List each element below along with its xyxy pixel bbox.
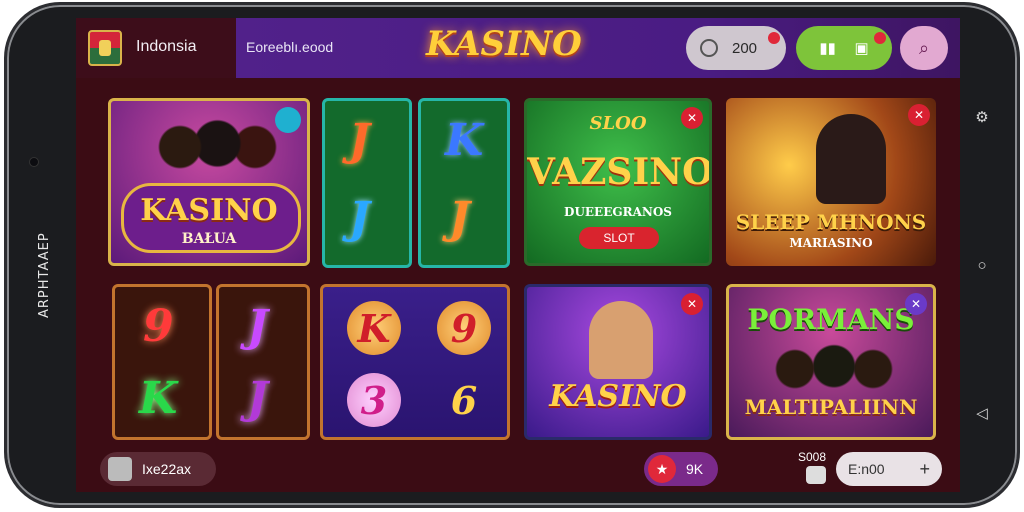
game-tile-slot-j[interactable]: J J	[322, 98, 412, 268]
game-title: SLEEP MHNONS	[735, 210, 927, 234]
game-title: KASINO	[549, 379, 687, 414]
game-tile-kasino-hero[interactable]: KASINO ✕	[524, 284, 712, 440]
mid-label: S008	[798, 450, 827, 464]
grid-icon	[108, 457, 132, 481]
game-tile-slot-k[interactable]: K J	[418, 98, 510, 268]
game-tile-kasino-main[interactable]: KASINO BAŁUA	[108, 98, 310, 266]
search-icon: ⌕	[918, 37, 930, 58]
slot-symbol: 9	[143, 301, 174, 352]
slot-symbol: K	[445, 115, 484, 166]
coin-value: 200	[732, 39, 758, 57]
slot-symbol: J	[247, 373, 268, 424]
camera-icon	[29, 157, 39, 167]
app-logo: KASINO	[426, 24, 582, 64]
app-screen: Indonsia Eoreeblı.eood KASINO 200 ▮▮ ▣ ⌕…	[76, 18, 960, 492]
profile-button[interactable]: Ixe22ax	[100, 452, 216, 486]
slot-symbol: K	[347, 301, 401, 355]
game-subtitle: MALTIPALIINN	[744, 395, 918, 419]
region-flag-icon[interactable]	[88, 30, 122, 66]
game-subtitle: MARIASINO	[789, 236, 873, 250]
character-art	[589, 301, 653, 379]
game-title: KASINO	[140, 193, 278, 228]
shop-badge	[874, 32, 886, 44]
side-label: ARPHTAAEP	[37, 232, 52, 318]
game-title: PORMANS	[747, 303, 915, 336]
shop-button[interactable]: ▮▮ ▣	[796, 26, 892, 70]
plus-icon[interactable]: +	[919, 459, 930, 480]
close-icon[interactable]: ✕	[908, 104, 930, 126]
slot-symbol: 9	[437, 301, 491, 355]
game-tile-slot-orbs[interactable]: K 9 3 6	[320, 284, 510, 440]
game-tile-slot-jj[interactable]: J J	[216, 284, 310, 440]
game-tile-vazsino[interactable]: SLOO VAZSINO DUEEEGRANOS SLOT ✕	[524, 98, 712, 266]
close-icon[interactable]: ✕	[681, 293, 703, 315]
profile-label: Ixe22ax	[142, 461, 192, 477]
star-icon: ★	[648, 455, 676, 483]
slot-symbol: J	[349, 193, 370, 244]
game-tile-slot-9k[interactable]: 9 K	[112, 284, 212, 440]
slot-symbol: J	[247, 301, 268, 352]
gift-icon: ▣	[854, 40, 869, 57]
top-bar: Indonsia Eoreeblı.eood KASINO 200 ▮▮ ▣ ⌕	[76, 18, 960, 78]
chart-icon: ▮▮	[819, 40, 836, 57]
close-icon[interactable]: ✕	[681, 107, 703, 129]
settings-icon[interactable]: ⚙	[970, 105, 994, 129]
characters-art	[769, 341, 899, 397]
region-label[interactable]: Indonsia	[136, 38, 197, 56]
coin-icon	[700, 39, 718, 57]
coin-badge	[768, 32, 780, 44]
refresh-icon[interactable]	[806, 466, 826, 484]
back-icon[interactable]: ◁	[970, 401, 994, 425]
slot-symbol: J	[349, 115, 370, 166]
bet-label: E:n00	[848, 461, 885, 477]
globe-icon	[275, 107, 301, 133]
bet-control[interactable]: E:n00 +	[836, 452, 942, 486]
slot-symbol: J	[449, 193, 470, 244]
game-tile-pormans[interactable]: PORMANS MALTIPALIINN ✕	[726, 284, 936, 440]
slot-symbol: K	[139, 373, 178, 424]
bottom-bar: Ixe22ax ★ 9K S008 E:n00 +	[76, 448, 960, 492]
nav-bar: ⚙ ○ ◁	[967, 105, 997, 425]
game-subtitle: DUEEEGRANOS	[564, 205, 672, 219]
slot-symbol: 3	[347, 373, 401, 427]
game-tile-sleep-mhnons[interactable]: SLEEP MHNONS MARIASINO ✕	[726, 98, 936, 266]
game-title: VAZSINO	[527, 151, 712, 193]
home-icon[interactable]: ○	[970, 253, 994, 277]
search-text[interactable]: Eoreeblı.eood	[246, 39, 333, 55]
promo-button[interactable]: ★ 9K	[644, 452, 718, 486]
promo-label: 9K	[686, 461, 704, 477]
characters-art	[135, 119, 285, 189]
search-button[interactable]: ⌕	[900, 26, 948, 70]
coin-balance[interactable]: 200	[686, 26, 786, 70]
game-subtitle: BAŁUA	[181, 231, 237, 247]
close-icon[interactable]: ✕	[905, 293, 927, 315]
slot-button[interactable]: SLOT	[579, 227, 659, 249]
slot-symbol: 6	[450, 377, 478, 423]
character-art	[816, 114, 886, 204]
